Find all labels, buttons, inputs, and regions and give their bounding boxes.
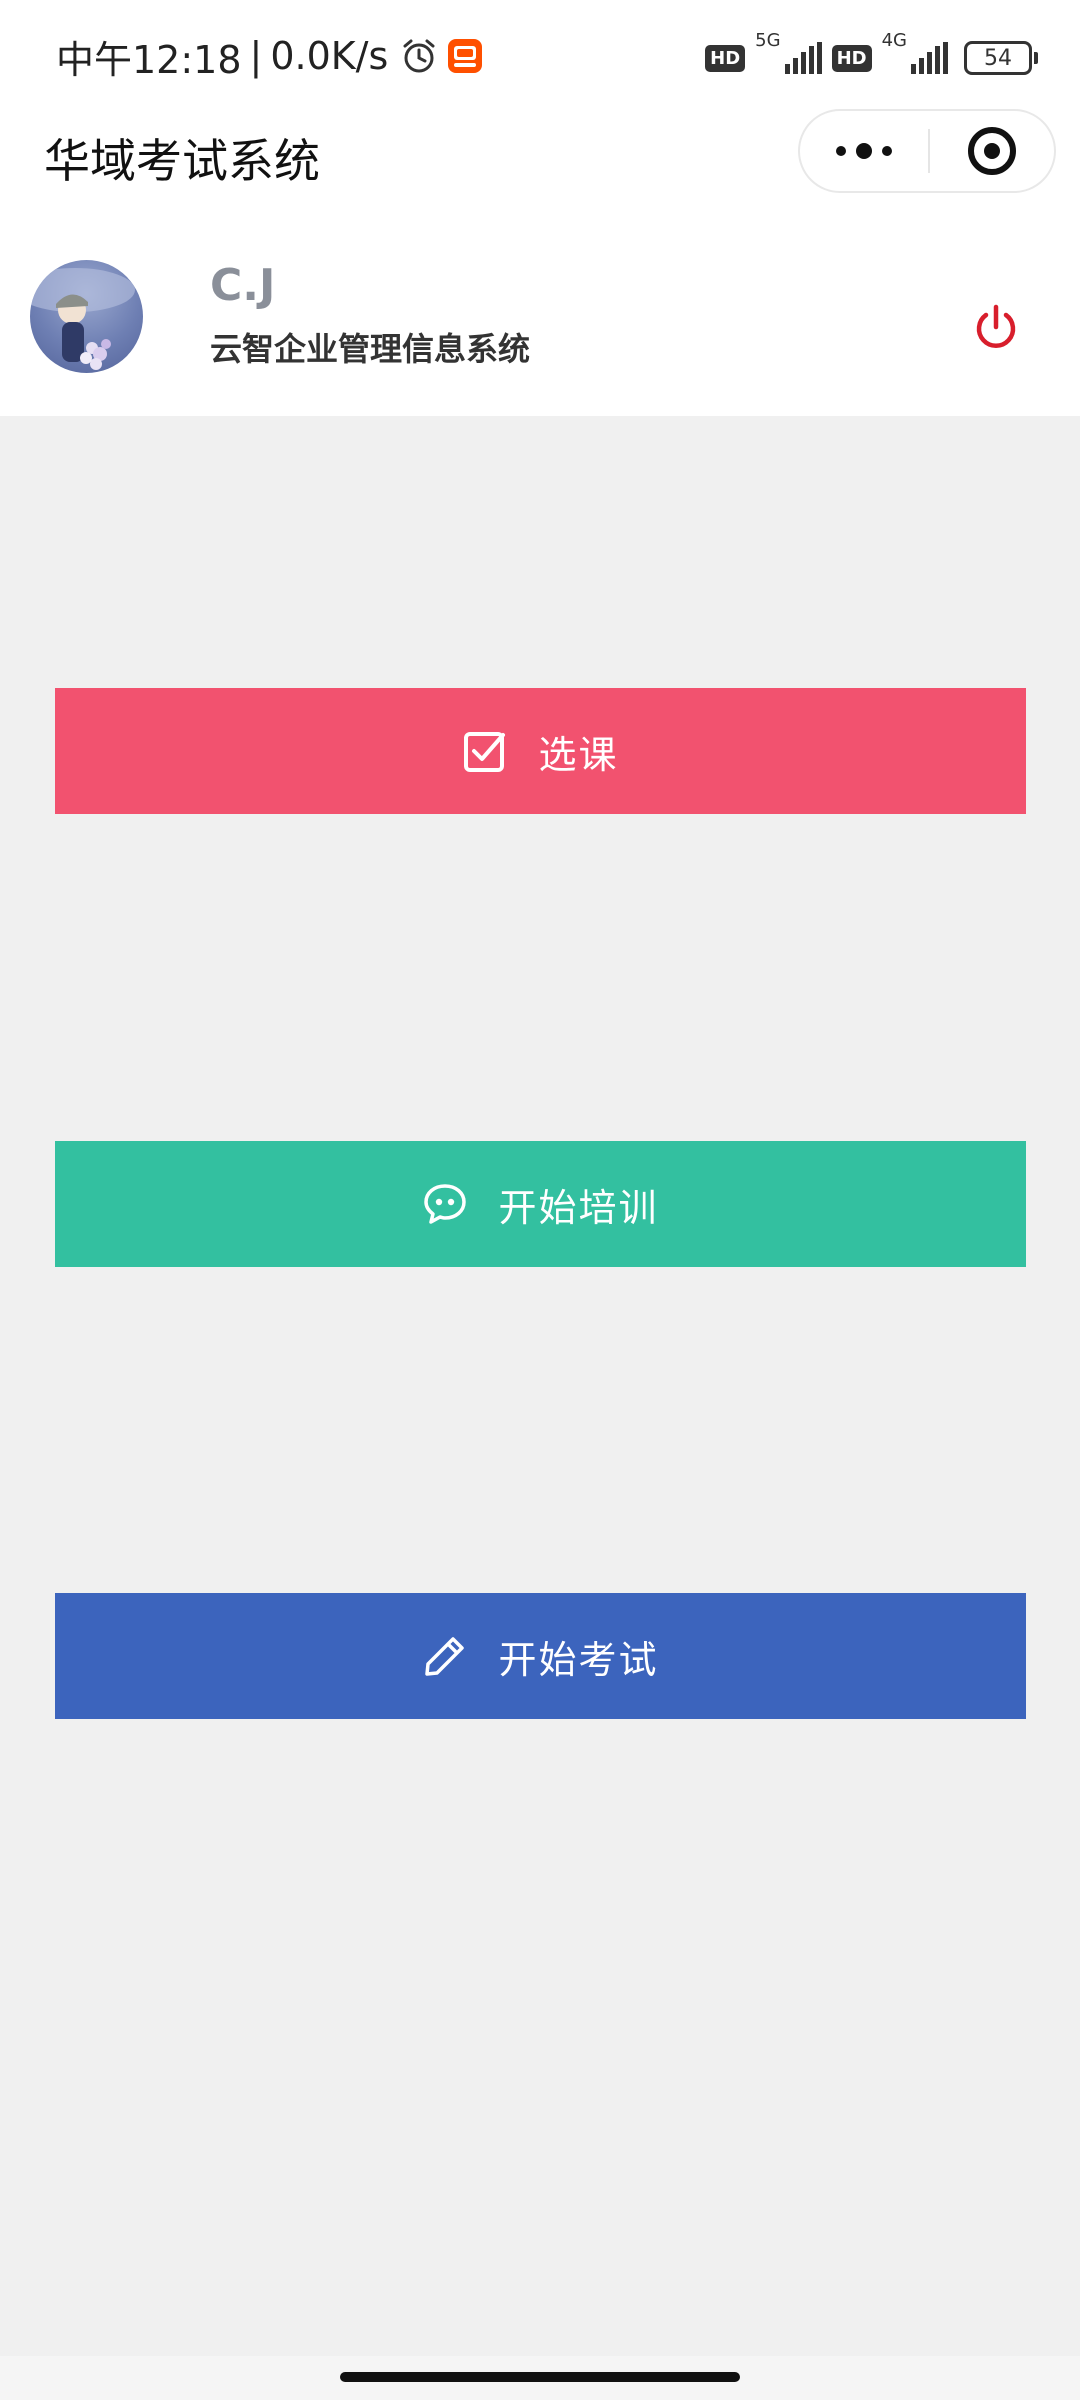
battery-level: 54 <box>984 45 1012 71</box>
page-title: 华域考试系统 <box>44 134 320 188</box>
hd-badge-1: HD <box>705 44 746 72</box>
select-course-label: 选课 <box>538 732 619 777</box>
status-right: HD 5G HD 4G 54 <box>705 28 1038 88</box>
network-type-1: 5G <box>755 29 781 51</box>
start-training-label: 开始培训 <box>498 1185 659 1230</box>
network-type-2: 4G <box>881 29 907 51</box>
status-time: 中午12:18 <box>56 37 242 82</box>
network-speed: 0.0K/s <box>270 34 389 78</box>
start-exam-label: 开始考试 <box>498 1637 659 1682</box>
close-miniprogram-icon[interactable] <box>930 111 1054 191</box>
taobao-app-icon <box>446 37 484 75</box>
miniprogram-capsule <box>798 109 1056 193</box>
power-icon[interactable] <box>970 302 1022 354</box>
status-separator: | <box>249 34 263 78</box>
pencil-icon <box>422 1633 468 1679</box>
more-dots-icon[interactable] <box>800 111 928 191</box>
start-exam-button[interactable]: 开始考试 <box>55 1593 1026 1719</box>
signal-icon-2 <box>911 42 948 74</box>
user-name: C.J <box>210 260 276 311</box>
status-left: 中午12:18 | 0.0K/s <box>56 26 484 86</box>
battery-icon: 54 <box>964 41 1038 75</box>
checkbox-icon <box>462 728 508 774</box>
signal-icon-1 <box>784 42 822 74</box>
nav-bar: 华域考试系统 <box>0 105 1080 220</box>
profile-card: C.J 云智企业管理信息系统 <box>0 220 1080 416</box>
alarm-icon <box>400 37 438 75</box>
company-name: 云智企业管理信息系统 <box>210 330 531 368</box>
home-indicator[interactable] <box>340 2372 740 2382</box>
status-bar: 中午12:18 | 0.0K/s HD 5G HD 4G 54 <box>0 0 1080 105</box>
select-course-button[interactable]: 选课 <box>55 688 1026 814</box>
start-training-button[interactable]: 开始培训 <box>55 1141 1026 1267</box>
avatar <box>30 260 143 373</box>
hd-badge-2: HD <box>831 44 872 72</box>
chat-bubble-icon <box>422 1181 468 1227</box>
